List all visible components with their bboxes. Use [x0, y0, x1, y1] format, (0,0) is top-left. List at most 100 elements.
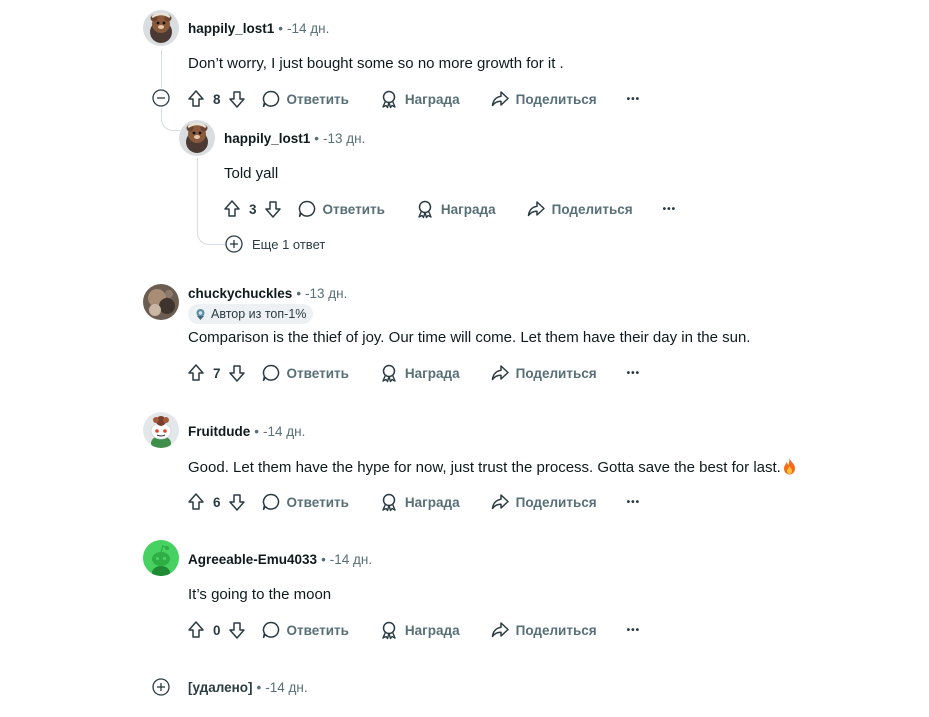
arrow-down-icon — [228, 494, 245, 511]
comment-body: Good. Let them have the hype for now, ju… — [188, 457, 798, 478]
more-options-button[interactable]: ••• — [627, 368, 641, 379]
arrow-down-icon — [228, 622, 245, 639]
arrow-down-icon — [228, 365, 245, 382]
author-name[interactable]: happily_lost1 — [224, 131, 310, 146]
share-button[interactable]: Поделиться — [526, 199, 633, 219]
top-contributor-badge: Автор из топ-1% — [188, 304, 314, 324]
share-button[interactable]: Поделиться — [490, 89, 597, 109]
upvote-button[interactable] — [222, 199, 242, 219]
downvote-button[interactable] — [227, 89, 247, 109]
award-label: Награда — [404, 494, 460, 510]
award-icon — [418, 200, 432, 219]
reply-button[interactable]: Ответить — [261, 492, 349, 512]
separator: • — [278, 21, 284, 36]
expand-comment-button[interactable] — [152, 678, 170, 696]
reply-button[interactable]: Ответить — [261, 89, 349, 109]
upvote-button[interactable] — [186, 492, 206, 512]
timestamp[interactable]: -13 дн. — [323, 131, 365, 146]
more-options-button[interactable]: ••• — [627, 497, 641, 508]
comment-actions: 3 Ответить Награда Поделиться ••• — [222, 197, 676, 221]
comment-actions: 6 Ответить Награда Поделиться ••• — [186, 490, 640, 514]
upvote-button[interactable] — [186, 620, 206, 640]
upvote-button[interactable] — [186, 89, 206, 109]
comment-body: It’s going to the moon — [188, 586, 332, 603]
author-name[interactable]: Agreeable-Emu4033 — [188, 552, 317, 567]
timestamp[interactable]: -14 дн. — [287, 21, 329, 36]
timestamp[interactable]: -14 дн. — [263, 424, 305, 439]
upvote-button[interactable] — [186, 363, 206, 383]
vote-count: 0 — [213, 622, 221, 638]
timestamp[interactable]: -14 дн. — [330, 552, 372, 567]
thread-connector — [161, 108, 180, 131]
award-label: Награда — [404, 91, 460, 107]
vote-count: 8 — [213, 91, 221, 107]
award-button[interactable]: Награда — [415, 199, 496, 219]
more-replies-link[interactable]: Еще 1 ответ — [252, 236, 325, 254]
downvote-button[interactable] — [227, 363, 247, 383]
arrow-up-icon — [188, 364, 204, 381]
comment-text: Good. Let them have the hype for now, ju… — [188, 459, 781, 476]
share-button[interactable]: Поделиться — [490, 492, 597, 512]
award-button[interactable]: Награда — [379, 89, 460, 109]
bear-avatar-icon[interactable] — [143, 10, 179, 46]
reply-button[interactable]: Ответить — [261, 620, 349, 640]
share-button[interactable]: Поделиться — [490, 620, 597, 640]
bear-avatar-icon[interactable] — [179, 120, 215, 156]
comment-actions: 8 Ответить Награда Поделиться ••• — [186, 87, 640, 111]
separator: • — [256, 680, 262, 695]
reply-button[interactable]: Ответить — [297, 199, 385, 219]
arrow-up-icon — [188, 90, 204, 107]
award-button[interactable]: Награда — [379, 363, 460, 383]
author-name[interactable]: Fruitdude — [188, 424, 250, 439]
award-button[interactable]: Награда — [379, 492, 460, 512]
author-name: [удалено] — [188, 680, 253, 695]
comment-meta: happily_lost1 • -14 дн. — [188, 20, 329, 38]
collapse-thread-button[interactable] — [152, 89, 170, 107]
comment-bubble-icon — [262, 493, 279, 511]
comment-meta: Agreeable-Emu4033 • -14 дн. — [188, 551, 372, 569]
author-name[interactable]: happily_lost1 — [188, 21, 274, 36]
comment-actions: 0 Ответить Награда Поделиться ••• — [186, 618, 640, 642]
separator: • — [321, 552, 326, 567]
comment-meta: Fruitdude • -14 дн. — [188, 423, 305, 441]
comment-meta: [удалено] • -14 дн. — [188, 679, 308, 697]
more-options-button[interactable]: ••• — [627, 94, 641, 105]
expand-replies-button[interactable] — [225, 235, 243, 253]
reply-button[interactable]: Ответить — [261, 363, 349, 383]
more-options-button[interactable]: ••• — [627, 625, 641, 636]
snoo-avatar-icon[interactable] — [143, 412, 179, 448]
share-button[interactable]: Поделиться — [490, 363, 597, 383]
badge-label: Автор из топ-1% — [211, 307, 307, 321]
photo-avatar-icon[interactable] — [143, 284, 179, 320]
author-name[interactable]: chuckychuckles — [188, 286, 292, 301]
reply-label: Ответить — [286, 365, 349, 381]
share-label: Поделиться — [515, 365, 597, 381]
award-button[interactable]: Награда — [379, 620, 460, 640]
award-label: Награда — [404, 365, 460, 381]
arrow-down-icon — [264, 201, 281, 218]
comment-bubble-icon — [262, 364, 279, 382]
downvote-button[interactable] — [263, 199, 283, 219]
share-icon — [491, 494, 509, 510]
share-label: Поделиться — [551, 201, 633, 217]
minus-circle-icon — [152, 89, 170, 107]
fire-emoji-icon — [783, 458, 795, 475]
share-icon — [491, 365, 509, 381]
share-icon — [527, 201, 545, 217]
separator: • — [254, 424, 259, 439]
thread-line[interactable] — [161, 50, 162, 88]
more-options-button[interactable]: ••• — [663, 204, 677, 215]
arrow-up-icon — [188, 493, 204, 510]
downvote-button[interactable] — [227, 620, 247, 640]
separator: • — [314, 131, 320, 146]
arrow-up-icon — [188, 621, 204, 638]
downvote-button[interactable] — [227, 492, 247, 512]
comment-bubble-icon — [262, 90, 279, 108]
award-icon — [382, 364, 396, 383]
share-label: Поделиться — [515, 494, 597, 510]
timestamp[interactable]: -13 дн. — [305, 286, 347, 301]
timestamp[interactable]: -14 дн. — [265, 680, 307, 695]
thread-line[interactable] — [197, 158, 198, 230]
green-snoo-avatar-icon[interactable] — [143, 540, 179, 576]
comment-bubble-icon — [262, 621, 279, 639]
